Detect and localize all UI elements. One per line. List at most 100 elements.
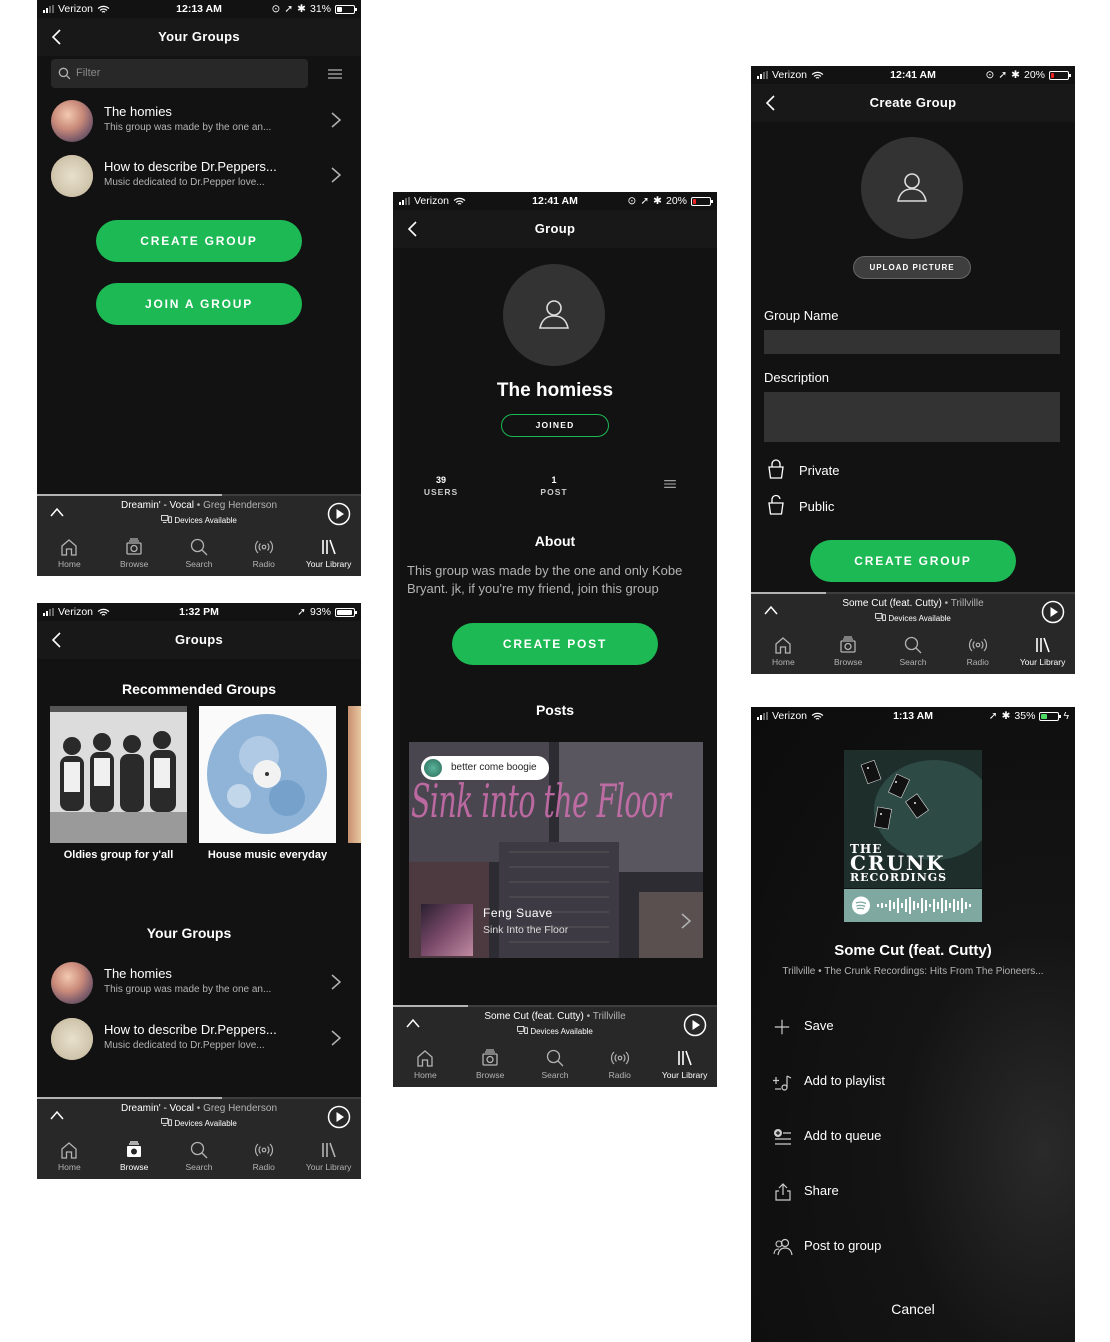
battery-icon [335, 607, 357, 617]
screen-group-detail: Verizon 12:41 AM ⊙ ➚ ✱ 20% Group The homies… [393, 192, 717, 1087]
now-playing-bar[interactable]: Some Cut (feat. Cutty) • Trillville Devi… [393, 1005, 717, 1043]
group-row[interactable]: How to describe Dr.Peppers... Music dedi… [51, 1014, 347, 1062]
playback-progress [37, 1097, 361, 1099]
group-name-input[interactable] [764, 330, 1060, 354]
tab-search[interactable]: Search [523, 1043, 588, 1087]
tab-browse[interactable]: Browse [102, 1135, 167, 1179]
tab-search[interactable]: Search [167, 532, 232, 576]
battery-icon [1039, 711, 1062, 721]
upload-picture-button[interactable]: UPLOAD PICTURE [853, 256, 971, 279]
song-artist: Trillville [950, 598, 984, 609]
tab-label: Home [58, 1162, 81, 1172]
tab-browse[interactable]: Browse [102, 532, 167, 576]
public-label: Public [799, 499, 835, 514]
group-row[interactable]: The homies This group was made by the on… [51, 96, 347, 144]
play-icon[interactable] [683, 1013, 707, 1037]
tab-search[interactable]: Search [881, 630, 946, 674]
radio-icon [610, 1048, 630, 1068]
menu-item-save[interactable]: Save [773, 1015, 1053, 1041]
privacy-option-public[interactable]: Public [766, 494, 966, 520]
devices-available[interactable]: Devices Available [37, 1118, 361, 1128]
tab-search[interactable]: Search [167, 1135, 232, 1179]
recommended-card[interactable] [50, 706, 187, 843]
tab-label: Radio [966, 657, 989, 667]
menu-item-add-to-queue[interactable]: Add to queue [773, 1125, 1053, 1151]
devices-available[interactable]: Devices Available [393, 1026, 717, 1036]
post-track-thumb [421, 904, 473, 956]
tab-library[interactable]: Your Library [296, 532, 361, 576]
play-icon[interactable] [327, 502, 351, 526]
menu-item-post-to-group[interactable]: Post to group [773, 1235, 1053, 1261]
play-icon[interactable] [1041, 600, 1065, 624]
nav-bar: Create Group [751, 84, 1075, 122]
post-track: Sink Into the Floor [483, 924, 569, 936]
play-icon[interactable] [327, 1105, 351, 1129]
tab-home[interactable]: Home [751, 630, 816, 674]
now-playing-bar[interactable]: Dreamin' - Vocal • Greg Henderson Device… [37, 1097, 361, 1135]
tab-bar: Home Browse Search Radio Your Library [393, 1043, 717, 1087]
group-row[interactable]: The homies This group was made by the on… [51, 958, 347, 1006]
location-icon: ➚ [988, 710, 998, 722]
home-icon [59, 1140, 79, 1160]
menu-item-share[interactable]: Share [773, 1180, 1053, 1206]
tab-label: Home [414, 1070, 437, 1080]
song-title: Some Cut (feat. Cutty) [842, 598, 942, 609]
recommended-card-partial[interactable] [348, 706, 361, 843]
users-count: 39 [435, 475, 446, 485]
recommended-caption: Oldies group for y'all [63, 849, 174, 861]
tab-browse[interactable]: Browse [816, 630, 881, 674]
bluetooth-icon: ✱ [1011, 69, 1020, 81]
devices-available[interactable]: Devices Available [37, 515, 361, 525]
options-menu-icon[interactable] [663, 479, 677, 489]
group-thumbnail [51, 962, 93, 1004]
vinyl-record-image [199, 706, 336, 843]
now-playing-text: Dreamin' - Vocal • Greg Henderson [37, 1103, 361, 1114]
post-card[interactable]: Sink into the Floor better come boogie F… [409, 742, 703, 958]
description-input[interactable] [764, 392, 1060, 442]
tab-library[interactable]: Your Library [1010, 630, 1075, 674]
spotify-code[interactable] [844, 889, 982, 922]
menu-item-add-to-playlist[interactable]: Add to playlist [773, 1070, 1053, 1096]
playback-progress [393, 1005, 717, 1007]
battery-icon [335, 4, 357, 14]
page-title: Your Groups [158, 29, 240, 44]
tab-home[interactable]: Home [37, 1135, 102, 1179]
search-icon [903, 635, 923, 655]
add-to-queue-icon [773, 1127, 793, 1147]
browse-icon [124, 537, 144, 557]
tab-radio[interactable]: Radio [231, 532, 296, 576]
now-playing-bar[interactable]: Some Cut (feat. Cutty) • Trillville Devi… [751, 592, 1075, 630]
private-label: Private [799, 463, 840, 478]
now-playing-bar[interactable]: Dreamin' - Vocal • Greg Henderson Device… [37, 494, 361, 532]
tab-radio[interactable]: Radio [587, 1043, 652, 1087]
recommended-card[interactable] [199, 706, 336, 843]
devices-available[interactable]: Devices Available [751, 613, 1075, 623]
create-post-button[interactable]: CREATE POST [452, 623, 658, 665]
home-icon [773, 635, 793, 655]
filter-input[interactable]: Filter [51, 59, 308, 88]
now-playing-text: Some Cut (feat. Cutty) • Trillville [393, 1011, 717, 1022]
tab-radio[interactable]: Radio [231, 1135, 296, 1179]
tab-library[interactable]: Your Library [296, 1135, 361, 1179]
song-title: Some Cut (feat. Cutty) [834, 942, 992, 959]
group-row[interactable]: How to describe Dr.Peppers... Music dedi… [51, 151, 347, 199]
devices-label: Devices Available [888, 614, 951, 623]
tab-label: Browse [476, 1070, 505, 1080]
tab-library[interactable]: Your Library [652, 1043, 717, 1087]
join-group-button[interactable]: JOIN A GROUP [96, 283, 302, 325]
tab-home[interactable]: Home [37, 532, 102, 576]
tab-label: Your Library [1019, 657, 1066, 667]
tab-browse[interactable]: Browse [458, 1043, 523, 1087]
cancel-button[interactable]: Cancel [751, 1301, 1075, 1317]
create-group-button[interactable]: CREATE GROUP [810, 540, 1016, 582]
privacy-option-private[interactable]: Private [766, 458, 966, 484]
joined-badge[interactable]: JOINED [501, 414, 609, 437]
chevron-right-icon [329, 1029, 343, 1047]
tab-home[interactable]: Home [393, 1043, 458, 1087]
tab-radio[interactable]: Radio [945, 630, 1010, 674]
create-group-button[interactable]: CREATE GROUP [96, 220, 302, 262]
library-icon [675, 1048, 695, 1068]
group-picture-placeholder[interactable] [861, 137, 963, 239]
sort-menu-icon[interactable] [327, 68, 343, 80]
group-name: The homiess [496, 380, 614, 401]
